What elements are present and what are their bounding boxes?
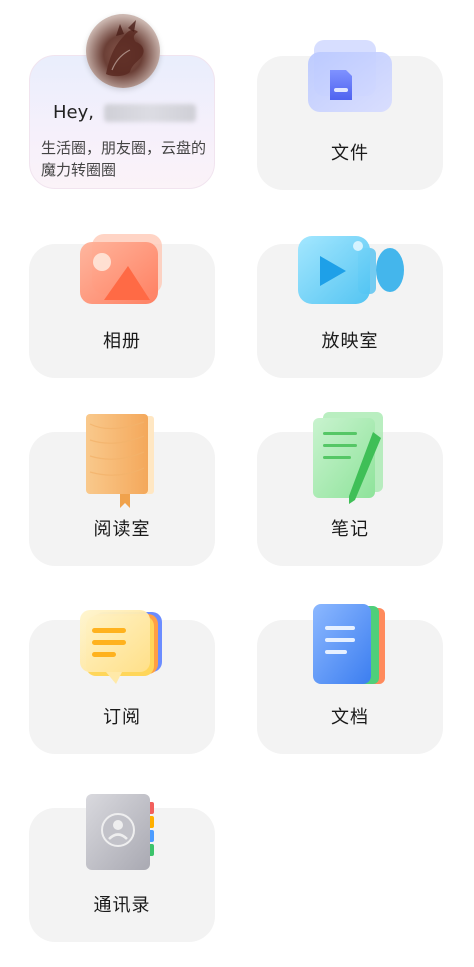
notes-pen-icon bbox=[307, 410, 393, 512]
greeting-row: Hey, bbox=[53, 102, 196, 123]
book-icon bbox=[80, 412, 164, 512]
tile-label: 阅读室 bbox=[93, 519, 151, 540]
tile-documents[interactable]: 文档 bbox=[257, 604, 443, 754]
profile-description: 生活圈，朋友圈，云盘的魔力转圈圈 bbox=[41, 139, 207, 179]
avatar[interactable] bbox=[86, 14, 160, 88]
photo-album-icon bbox=[74, 230, 170, 312]
tile-label: 通讯录 bbox=[93, 895, 151, 916]
document-icon bbox=[307, 602, 393, 692]
tile-label: 放映室 bbox=[321, 331, 379, 352]
tile-notes[interactable]: 笔记 bbox=[257, 412, 443, 566]
folder-icon bbox=[304, 38, 396, 120]
home-grid: Hey, 生活圈，朋友圈，云盘的魔力转圈圈 文件 相册 放映室 阅读室 笔记 订… bbox=[0, 0, 474, 967]
greeting-text: Hey, bbox=[53, 102, 94, 123]
tile-label: 文件 bbox=[331, 143, 369, 164]
tile-files[interactable]: 文件 bbox=[257, 40, 443, 190]
contacts-icon bbox=[80, 792, 164, 878]
subscription-message-icon bbox=[76, 608, 168, 692]
tile-cinema[interactable]: 放映室 bbox=[257, 236, 443, 378]
tile-label: 订阅 bbox=[103, 707, 141, 728]
tile-reading-room[interactable]: 阅读室 bbox=[29, 414, 215, 566]
tile-contacts[interactable]: 通讯录 bbox=[29, 794, 215, 942]
tile-label: 笔记 bbox=[331, 519, 369, 540]
tile-label: 相册 bbox=[103, 331, 141, 352]
tile-subscribe[interactable]: 订阅 bbox=[29, 610, 215, 754]
blurred-username bbox=[103, 103, 196, 122]
tile-label: 文档 bbox=[331, 707, 369, 728]
tile-album[interactable]: 相册 bbox=[29, 234, 215, 378]
video-camera-icon bbox=[294, 230, 406, 314]
